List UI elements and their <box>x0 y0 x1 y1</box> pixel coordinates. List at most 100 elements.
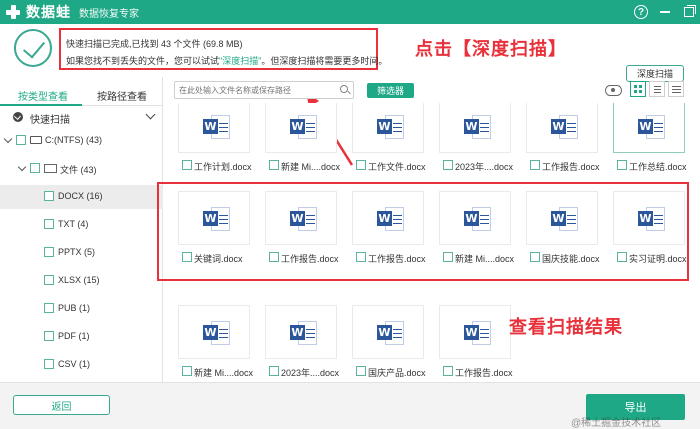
tab-by-path[interactable]: 按路径查看 <box>97 88 147 103</box>
deep-scan-button[interactable]: 深度扫描 <box>626 65 684 82</box>
file-thumbnail: W <box>265 103 337 153</box>
tree-item-label: DOCX (16) <box>58 191 103 201</box>
file-card[interactable]: W 工作报告.docx <box>433 305 517 382</box>
file-card[interactable]: W 国庆产品.docx <box>346 305 430 382</box>
help-icon[interactable]: ? <box>634 5 648 19</box>
search-input[interactable] <box>179 84 334 96</box>
file-checkbox[interactable] <box>269 366 279 376</box>
scan-status-area: 快速扫描已完成,已找到 43 个文件 (69.8 MB) 如果您找不到丢失的文件… <box>0 24 700 82</box>
filter-button[interactable]: 筛选器 <box>367 83 414 98</box>
checked-circle-icon <box>13 112 23 122</box>
file-checkbox[interactable] <box>182 160 192 170</box>
file-thumbnail: W <box>265 305 337 359</box>
file-thumbnail: W <box>439 103 511 153</box>
file-card[interactable]: W 2023年....docx <box>433 103 517 179</box>
file-card[interactable]: W 工作总结.docx <box>607 103 691 179</box>
tree-item-label: C:(NTFS) (43) <box>45 135 102 145</box>
file-checkbox[interactable] <box>269 160 279 170</box>
deep-scan-link[interactable]: "深度扫描" <box>219 56 261 66</box>
word-doc-icon: W <box>638 114 666 140</box>
file-checkbox[interactable] <box>356 160 366 170</box>
eye-icon[interactable] <box>605 85 622 96</box>
tree-checkbox[interactable] <box>30 163 40 173</box>
tree-checkbox[interactable] <box>44 359 54 369</box>
file-name: 国庆产品.docx <box>368 368 426 378</box>
quick-scan-row[interactable]: 快速扫描 <box>0 108 163 126</box>
file-card[interactable]: W 新建 Mi....docx <box>172 305 256 382</box>
scan-result-text: 快速扫描已完成,已找到 43 个文件 (69.8 MB) <box>66 39 243 49</box>
file-thumbnail: W <box>352 305 424 359</box>
window-controls: ? <box>634 0 696 24</box>
back-button[interactable]: 返回 <box>13 395 110 415</box>
word-doc-icon: W <box>377 114 405 140</box>
detail-view-button[interactable] <box>668 81 684 97</box>
list-view-button[interactable] <box>649 81 665 97</box>
restore-icon[interactable] <box>682 5 696 19</box>
active-tab-indicator <box>0 104 82 106</box>
annotation-view-results: 查看扫描结果 <box>509 317 623 337</box>
checkmark-icon <box>14 29 52 67</box>
tree-checkbox[interactable] <box>16 135 26 145</box>
tree-checkbox[interactable] <box>44 303 54 313</box>
title-bar: 数据蛙 数据恢复专家 ? <box>0 0 700 24</box>
file-checkbox[interactable] <box>530 160 540 170</box>
app-logo-icon <box>4 3 22 21</box>
word-doc-icon: W <box>464 114 492 140</box>
tree-checkbox[interactable] <box>44 331 54 341</box>
file-thumbnail: W <box>526 103 598 153</box>
chevron-down-icon[interactable] <box>17 162 27 172</box>
file-card[interactable]: W 2023年....docx <box>259 305 343 382</box>
app-subtitle: 数据恢复专家 <box>79 8 139 20</box>
chevron-down-icon[interactable] <box>3 134 13 144</box>
file-name: 新建 Mi....docx <box>281 162 341 172</box>
file-checkbox[interactable] <box>617 160 627 170</box>
folder-icon <box>44 164 57 173</box>
grid-view-button[interactable] <box>630 81 646 97</box>
drive-icon <box>30 136 42 144</box>
word-doc-icon: W <box>290 114 318 140</box>
search-box <box>174 81 354 99</box>
tree-item-pdf[interactable]: PDF (1) <box>0 325 163 349</box>
file-name: 工作文件.docx <box>368 162 426 172</box>
view-tabs: 按类型查看 按路径查看 <box>0 83 163 106</box>
tree-item-folder[interactable]: 文件 (43) <box>0 157 163 181</box>
word-doc-icon: W <box>203 114 231 140</box>
tree-checkbox[interactable] <box>44 219 54 229</box>
tree-item-pub[interactable]: PUB (1) <box>0 297 163 321</box>
file-thumbnail: W <box>439 305 511 359</box>
tree-checkbox[interactable] <box>44 275 54 285</box>
tree-item-label: CSV (1) <box>58 359 91 369</box>
file-card[interactable]: W 新建 Mi....docx <box>259 103 343 179</box>
tree-item-xlsx[interactable]: XLSX (15) <box>0 269 163 293</box>
file-name: 工作报告.docx <box>455 368 513 378</box>
left-panel: 按类型查看 按路径查看 快速扫描 C:(NTFS) (43) 文件 (43) D… <box>0 77 163 382</box>
file-card[interactable]: W 工作文件.docx <box>346 103 430 179</box>
search-icon[interactable] <box>340 85 348 93</box>
tree-item-docx[interactable]: DOCX (16) <box>0 185 163 209</box>
file-checkbox[interactable] <box>182 366 192 376</box>
file-name: 新建 Mi....docx <box>194 368 254 378</box>
tree-item-pptx[interactable]: PPTX (5) <box>0 241 163 265</box>
tree-checkbox[interactable] <box>44 191 54 201</box>
tree-item-label: XLSX (15) <box>58 275 100 285</box>
file-card[interactable]: W 工作计划.docx <box>172 103 256 179</box>
tree-item-drive[interactable]: C:(NTFS) (43) <box>0 129 163 153</box>
deep-scan-hint: 如果您找不到丢失的文件，您可以试试"深度扫描"。但深度扫描将需要更多时间。 <box>66 54 387 67</box>
tab-by-type[interactable]: 按类型查看 <box>18 88 68 103</box>
file-name: 工作计划.docx <box>194 162 252 172</box>
tree-item-csv[interactable]: CSV (1) <box>0 353 163 377</box>
file-checkbox[interactable] <box>443 160 453 170</box>
minimize-icon[interactable] <box>658 5 672 19</box>
file-checkbox[interactable] <box>356 366 366 376</box>
file-card[interactable]: W 工作报告.docx <box>520 103 604 179</box>
file-thumbnail: W <box>352 103 424 153</box>
chevron-down-icon[interactable] <box>145 109 156 120</box>
file-thumbnail: W <box>613 103 685 153</box>
bottom-bar: 返回 导出 @稀土掘金技术社区 <box>0 382 700 429</box>
tree-checkbox[interactable] <box>44 247 54 257</box>
file-name: 2023年....docx <box>455 162 514 172</box>
file-name: 2023年....docx <box>281 368 340 378</box>
tree-item-txt[interactable]: TXT (4) <box>0 213 163 237</box>
file-checkbox[interactable] <box>443 366 453 376</box>
annotation-click-deep-scan: 点击【深度扫描】 <box>415 39 567 59</box>
